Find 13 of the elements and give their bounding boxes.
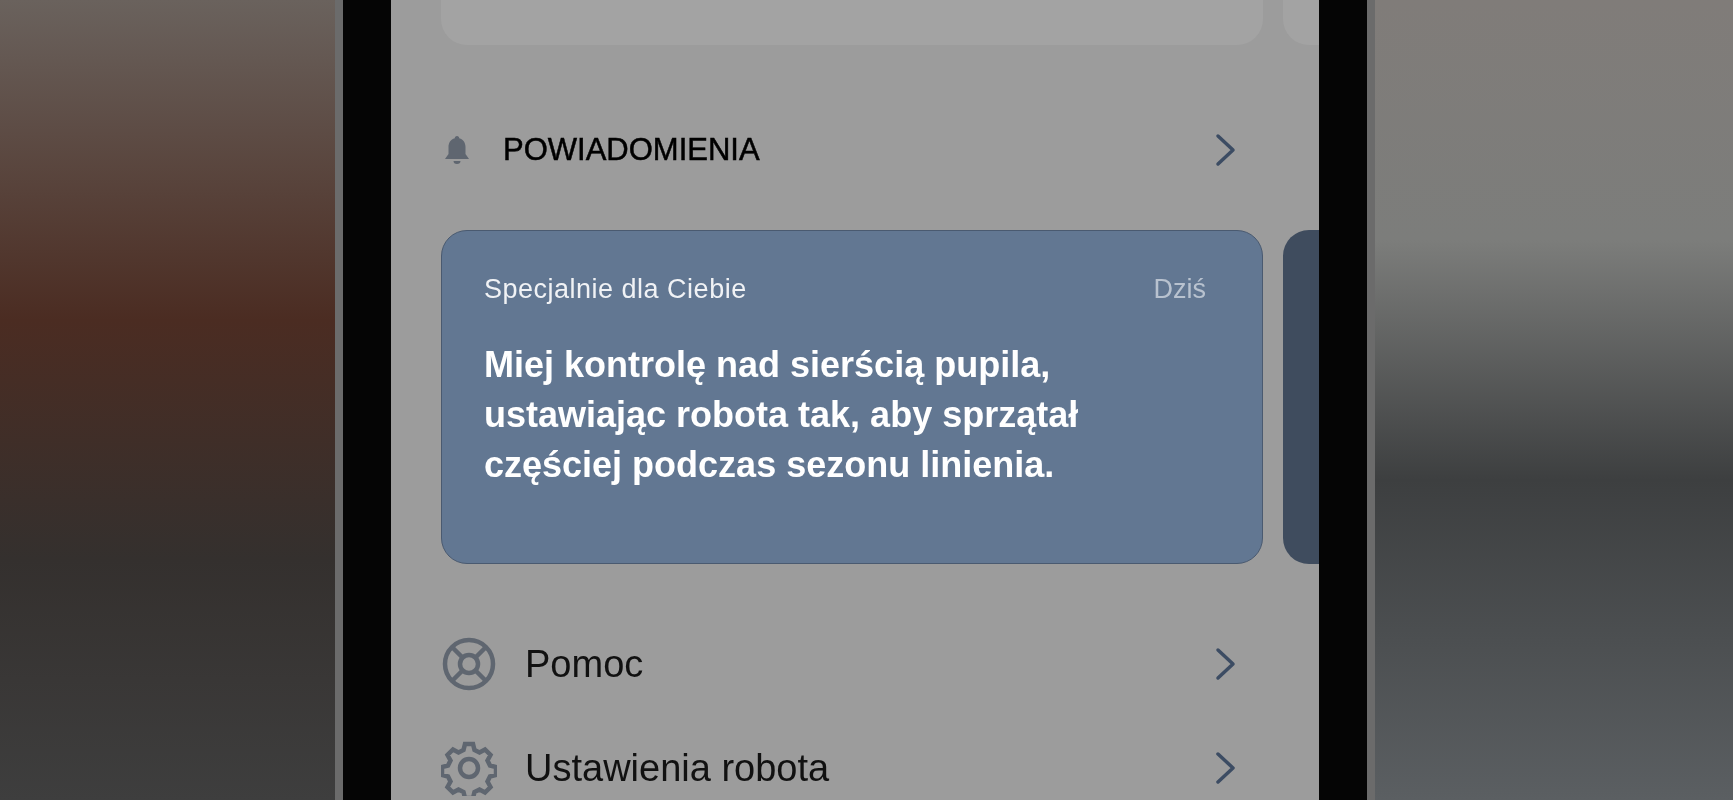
card-message: Miej kontrolę nad sierścią pupila, ustawiając robota tak, aby sprzątał częściej podczas sezonu linienia. [484,342,1080,487]
card-date: Dziś [1153,273,1206,306]
gear-icon [441,740,497,796]
lifebuoy-icon [441,636,497,692]
chevron-right-icon[interactable] [1215,133,1237,167]
section-title: POWIADOMIENIA [503,130,760,169]
menu-item[interactable]: Pomoc [525,635,644,693]
notification-card[interactable] [1283,230,1319,564]
notification-card[interactable]: Specjalnie dla Ciebie Dziś Miej kontrolę nad sierścią pupila, ustawiając robota tak, aby sprzątał częściej podczas sezonu linienia. [441,230,1263,564]
card-label: Specjalnie dla Ciebie [484,273,747,306]
chevron-right-icon[interactable] [1215,751,1237,785]
menu-item[interactable]: Ustawienia robota [525,739,830,797]
chevron-right-icon[interactable] [1215,647,1237,681]
